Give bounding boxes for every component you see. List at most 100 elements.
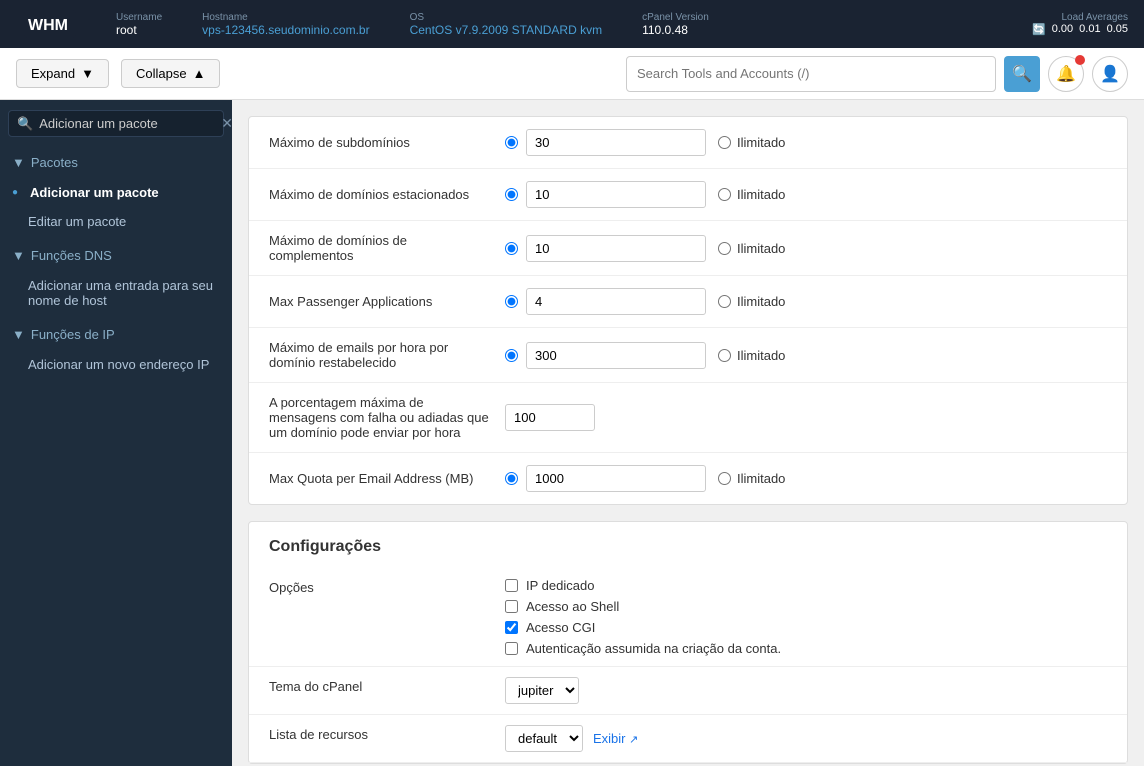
sidebar-section-label: Funções de IP — [31, 327, 115, 342]
radio-unlimited-estacionados[interactable] — [718, 188, 731, 201]
radio-group-complementos — [505, 235, 706, 262]
config-controls-lista: default Exibir ↗ — [505, 725, 638, 752]
whm-logo: WHM — [16, 6, 84, 42]
input-estacionados[interactable] — [526, 181, 706, 208]
sidebar-section-ip: ▼ Funções de IP Adicionar um novo endere… — [0, 319, 232, 379]
radio-unlimited-complementos[interactable] — [718, 242, 731, 255]
notification-button[interactable]: 🔔 — [1048, 56, 1084, 92]
input-emails-hora[interactable] — [526, 342, 706, 369]
radio-unlimited-passenger[interactable] — [718, 295, 731, 308]
checkbox-ip-dedicado: IP dedicado — [505, 578, 781, 593]
search-wrapper: 🔍 🔔 👤 — [626, 56, 1128, 92]
user-button[interactable]: 👤 — [1092, 56, 1128, 92]
cpanel-label: cPanel Version — [642, 12, 709, 23]
checkbox-acesso-cgi: Acesso CGI — [505, 620, 781, 635]
radio-unlimited-emails-hora[interactable] — [718, 349, 731, 362]
unlimited-estacionados: Ilimitado — [718, 187, 785, 202]
os-label: OS — [410, 12, 603, 23]
checkbox-acesso-cgi-input[interactable] — [505, 621, 518, 634]
unlimited-label: Ilimitado — [737, 294, 785, 309]
checkbox-acesso-shell-input[interactable] — [505, 600, 518, 613]
radio-group-quota — [505, 465, 706, 492]
input-quota[interactable] — [526, 465, 706, 492]
radio-group-passenger — [505, 288, 706, 315]
input-porcentagem[interactable] — [505, 404, 595, 431]
lista-select[interactable]: default — [505, 725, 583, 752]
config-controls-tema: jupiter — [505, 677, 579, 704]
os-value: CentOS v7.9.2009 STANDARD kvm — [410, 23, 603, 37]
bell-icon: 🔔 — [1056, 64, 1076, 84]
hostname-label: Hostname — [202, 12, 369, 23]
form-label-emails-hora: Máximo de emails por hora por domínio re… — [269, 340, 489, 370]
radio-value-quota[interactable] — [505, 472, 518, 485]
form-label-complementos: Máximo de domínios de complementos — [269, 233, 489, 263]
expand-button[interactable]: Expand ▼ — [16, 59, 109, 88]
notification-badge — [1075, 55, 1085, 65]
radio-value-emails-hora[interactable] — [505, 349, 518, 362]
form-controls-porcentagem — [505, 404, 1107, 431]
form-controls-complementos: Ilimitado — [505, 235, 1107, 262]
hostname-value: vps-123456.seudominio.com.br — [202, 23, 369, 37]
config-label-opcoes: Opções — [269, 578, 489, 595]
sidebar-item-adicionar-entrada[interactable]: Adicionar uma entrada para seu nome de h… — [0, 271, 232, 315]
username-label: Username — [116, 12, 162, 23]
form-row-quota: Max Quota per Email Address (MB) Ilimita… — [249, 453, 1127, 504]
sidebar-section-label: Pacotes — [31, 155, 78, 170]
checkbox-ip-dedicado-input[interactable] — [505, 579, 518, 592]
sidebar-search-clear-button[interactable]: ✕ — [221, 115, 232, 132]
radio-unlimited-subdominios[interactable] — [718, 136, 731, 149]
sidebar-item-adicionar-ip[interactable]: Adicionar um novo endereço IP — [0, 350, 232, 379]
search-input[interactable] — [637, 66, 985, 81]
form-controls-subdominios: Ilimitado — [505, 129, 1107, 156]
form-row-emails-hora: Máximo de emails por hora por domínio re… — [249, 328, 1127, 383]
input-complementos[interactable] — [526, 235, 706, 262]
chevron-down-icon: ▼ — [12, 248, 25, 263]
checkbox-ip-dedicado-label: IP dedicado — [526, 578, 594, 593]
topbar: WHM Username root Hostname vps-123456.se… — [0, 0, 1144, 48]
config-row-lista: Lista de recursos default Exibir ↗ — [249, 715, 1127, 763]
unlimited-passenger: Ilimitado — [718, 294, 785, 309]
sidebar-section-header-dns[interactable]: ▼ Funções DNS — [0, 240, 232, 271]
checkbox-autenticacao-input[interactable] — [505, 642, 518, 655]
config-controls-opcoes: IP dedicado Acesso ao Shell Acesso CGI A… — [505, 578, 781, 656]
os-group: OS CentOS v7.9.2009 STANDARD kvm — [410, 12, 603, 37]
radio-value-complementos[interactable] — [505, 242, 518, 255]
input-subdominios[interactable] — [526, 129, 706, 156]
topbar-right: Load Averages 🔄 0.00 0.01 0.05 — [1032, 12, 1128, 36]
layout: 🔍 ✕ ▼ Pacotes Adicionar um pacote Editar… — [0, 100, 1144, 766]
radio-unlimited-quota[interactable] — [718, 472, 731, 485]
collapse-button[interactable]: Collapse ▲ — [121, 59, 220, 88]
checkbox-autenticacao: Autenticação assumida na criação da cont… — [505, 641, 781, 656]
chevron-up-icon: ▲ — [193, 66, 206, 81]
sidebar-item-editar-pacote[interactable]: Editar um pacote — [0, 207, 232, 236]
radio-group-subdominios — [505, 129, 706, 156]
hostname-group: Hostname vps-123456.seudominio.com.br — [202, 12, 369, 37]
sidebar-search-input[interactable] — [39, 116, 215, 131]
unlimited-complementos: Ilimitado — [718, 241, 785, 256]
checkbox-acesso-shell-label: Acesso ao Shell — [526, 599, 619, 614]
input-passenger[interactable] — [526, 288, 706, 315]
config-row-tema: Tema do cPanel jupiter — [249, 667, 1127, 715]
search-button[interactable]: 🔍 — [1004, 56, 1040, 92]
form-row-complementos: Máximo de domínios de complementos Ilimi… — [249, 221, 1127, 276]
search-icon: 🔍 — [1012, 64, 1032, 84]
unlimited-label: Ilimitado — [737, 348, 785, 363]
checkbox-acesso-shell: Acesso ao Shell — [505, 599, 781, 614]
form-label-subdominios: Máximo de subdomínios — [269, 135, 489, 150]
sidebar-search-container: 🔍 ✕ — [8, 110, 224, 137]
form-label-quota: Max Quota per Email Address (MB) — [269, 471, 489, 486]
actionbar: Expand ▼ Collapse ▲ 🔍 🔔 👤 — [0, 48, 1144, 100]
radio-value-subdominios[interactable] — [505, 136, 518, 149]
sidebar-item-adicionar-pacote[interactable]: Adicionar um pacote — [0, 178, 232, 207]
radio-value-passenger[interactable] — [505, 295, 518, 308]
refresh-icon[interactable]: 🔄 — [1032, 23, 1046, 36]
tema-select[interactable]: jupiter — [505, 677, 579, 704]
sidebar-section-header-ip[interactable]: ▼ Funções de IP — [0, 319, 232, 350]
form-row-estacionados: Máximo de domínios estacionados Ilimitad… — [249, 169, 1127, 221]
load-avg: Load Averages 🔄 0.00 0.01 0.05 — [1032, 12, 1128, 36]
exibir-link[interactable]: Exibir ↗ — [593, 731, 638, 746]
radio-value-estacionados[interactable] — [505, 188, 518, 201]
sidebar-section-header-pacotes[interactable]: ▼ Pacotes — [0, 147, 232, 178]
load-values: 🔄 0.00 0.01 0.05 — [1032, 23, 1128, 36]
unlimited-label: Ilimitado — [737, 241, 785, 256]
